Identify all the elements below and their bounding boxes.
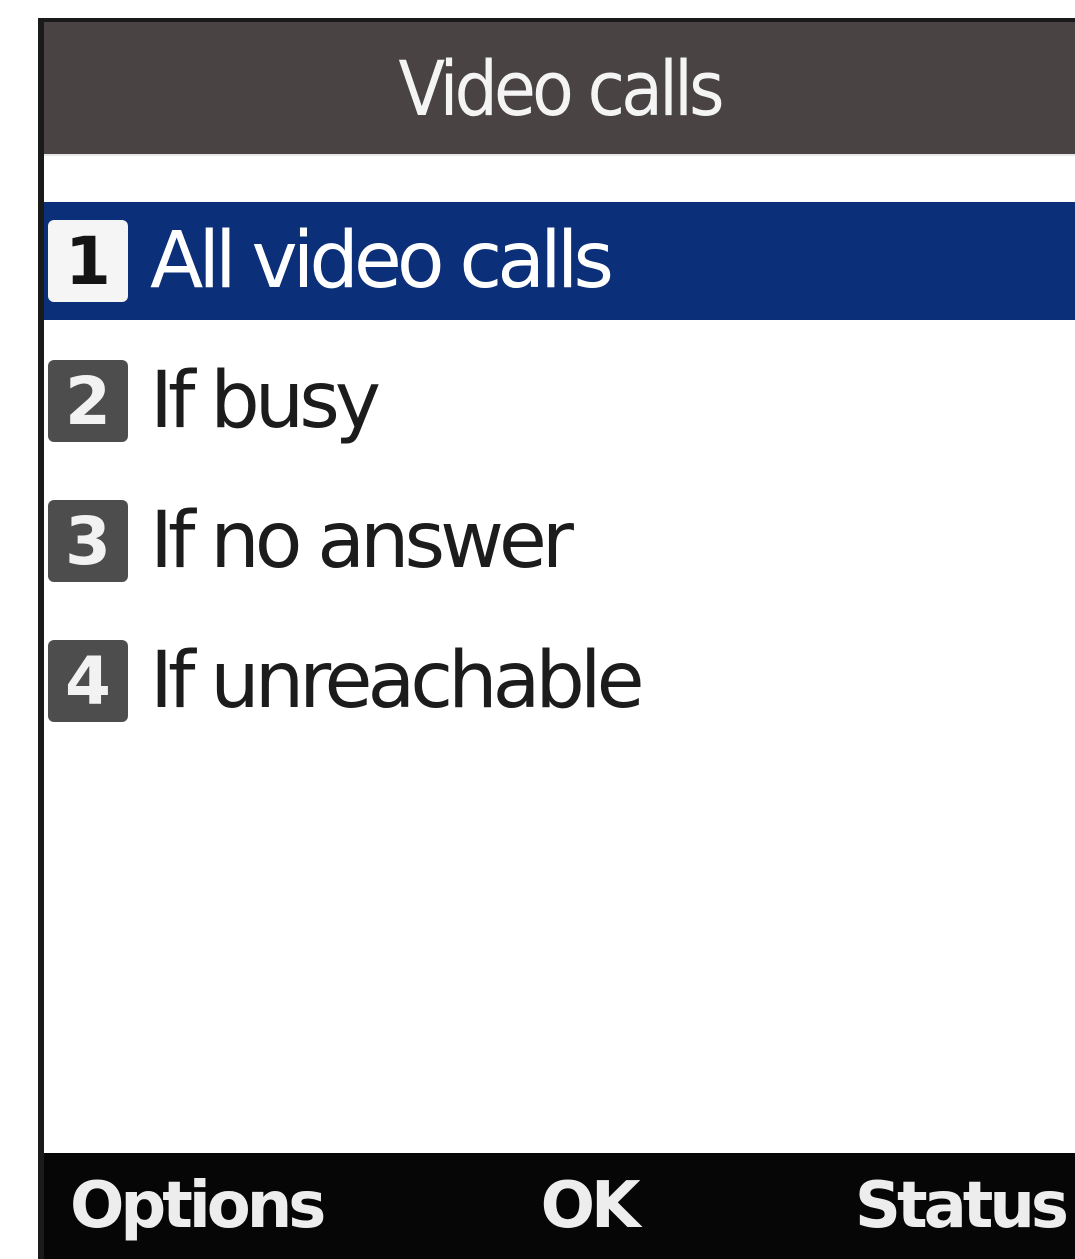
number-badge: 3 — [48, 500, 128, 582]
number-badge: 1 — [48, 220, 128, 302]
menu-item-label: All video calls — [150, 216, 614, 306]
menu-item-label: If busy — [150, 356, 381, 446]
menu-list: 1 All video calls 2 If busy 3 If no answ… — [44, 202, 1075, 762]
softkey-bar: Options OK Status — [44, 1153, 1075, 1259]
number-badge: 4 — [48, 640, 128, 722]
menu-item-if-unreachable[interactable]: 4 If unreachable — [44, 622, 1075, 740]
menu-item-all-video-calls[interactable]: 1 All video calls — [44, 202, 1075, 320]
menu-item-label: If no answer — [150, 496, 574, 586]
phone-screen: Video calls 1 All video calls 2 If busy … — [38, 18, 1075, 1259]
menu-item-if-busy[interactable]: 2 If busy — [44, 342, 1075, 460]
screen-title: Video calls — [44, 22, 1075, 156]
menu-item-label: If unreachable — [150, 636, 645, 726]
menu-item-if-no-answer[interactable]: 3 If no answer — [44, 482, 1075, 600]
ok-softkey[interactable]: OK — [541, 1169, 641, 1243]
number-badge: 2 — [48, 360, 128, 442]
options-softkey[interactable]: Options — [70, 1169, 326, 1243]
status-softkey[interactable]: Status — [855, 1169, 1069, 1243]
